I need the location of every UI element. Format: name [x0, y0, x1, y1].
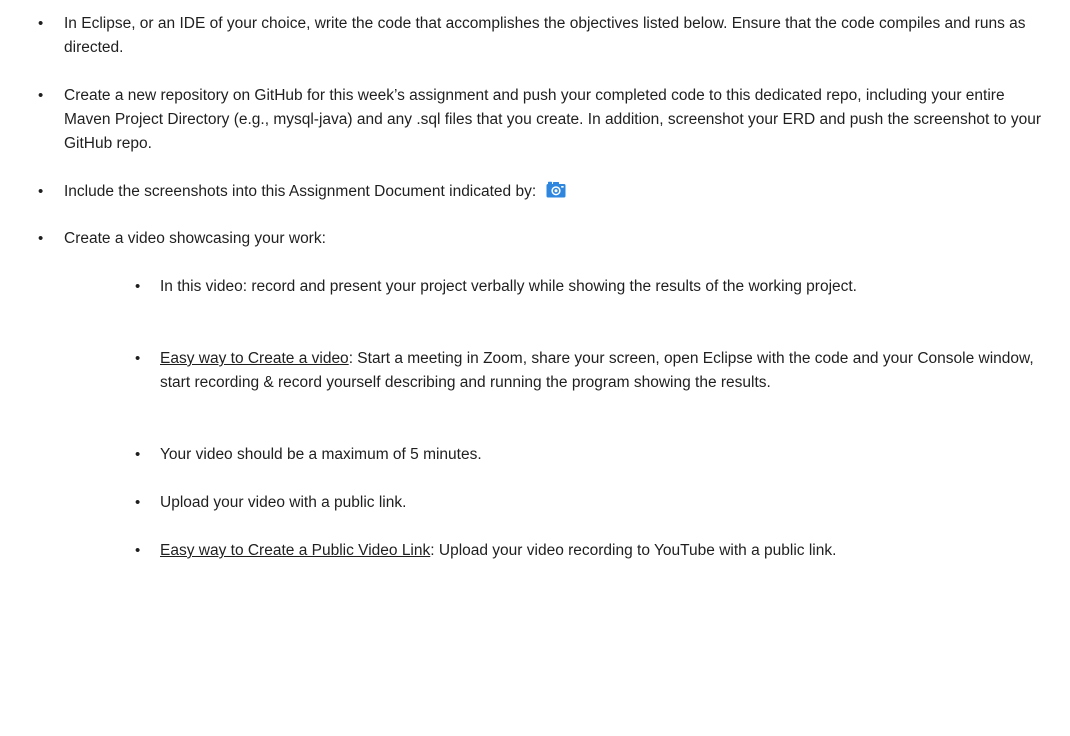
bullet: • [135, 542, 141, 559]
subitem-label: Easy way to Create a Public Video Link [160, 542, 431, 559]
subitem-text-wrap: Easy way to Create a video: Start a meet… [160, 347, 1060, 395]
subitem-text-wrap: Easy way to Create a Public Video Link: … [160, 539, 1060, 563]
instruction-text: Create a video showcasing your work: [64, 230, 326, 247]
bullet: • [135, 350, 141, 367]
subitem-text: : Upload your video recording to YouTube… [430, 542, 837, 559]
bullet: • [38, 15, 44, 32]
bullet: • [135, 494, 141, 511]
instruction-text: In Eclipse, or an IDE of your choice, wr… [64, 15, 1026, 56]
instruction-text: Include the screenshots into this Assign… [64, 183, 537, 200]
subitem-text: Your video should be a maximum of 5 minu… [160, 446, 482, 463]
camera-icon [546, 181, 566, 206]
subitem-label: Easy way to Create a video [160, 350, 349, 367]
subitem-text: Upload your video with a public link. [160, 494, 407, 511]
bullet: • [135, 278, 141, 295]
instruction-text: Create a new repository on GitHub for th… [64, 87, 1041, 152]
bullet: • [38, 230, 44, 247]
subitem-text: In this video: record and present your p… [160, 278, 857, 295]
bullet: • [38, 183, 44, 200]
bullet: • [38, 87, 44, 104]
bullet: • [135, 446, 141, 463]
instruction-text-wrap: Include the screenshots into this Assign… [64, 180, 1054, 206]
